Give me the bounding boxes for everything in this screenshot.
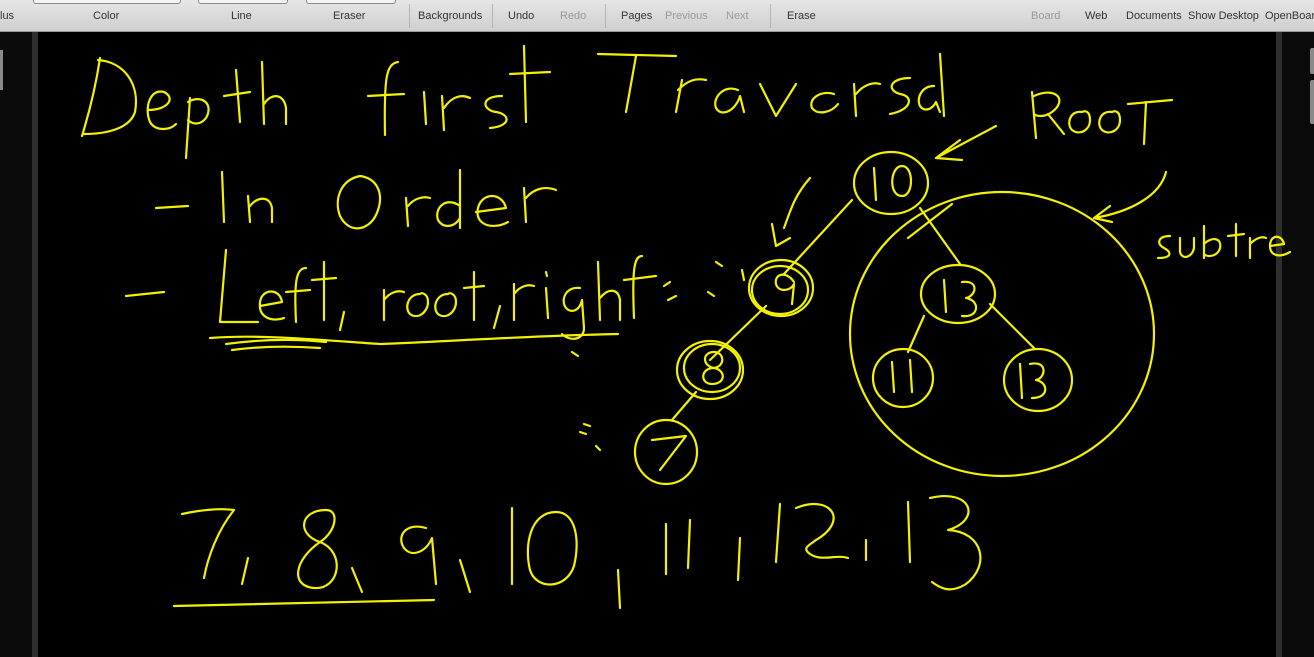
handwriting-left-root-right — [124, 248, 678, 352]
handwriting-title — [80, 44, 946, 160]
handwriting-sequence — [172, 495, 982, 610]
handwriting-root-label — [934, 90, 1174, 162]
handwriting-subtree-label — [1092, 170, 1292, 260]
handwriting-in-order — [154, 168, 558, 230]
tree-diagram — [570, 150, 1156, 486]
handwriting-ink — [80, 44, 1292, 610]
